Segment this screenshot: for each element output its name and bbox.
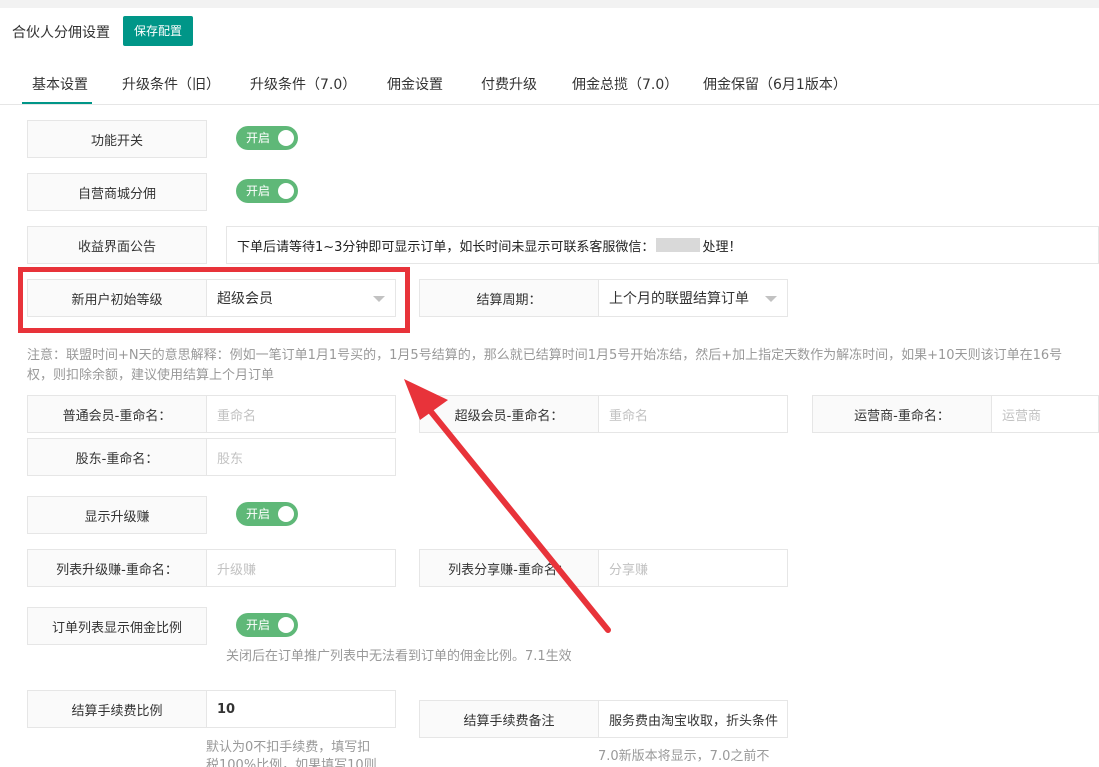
- order-ratio-state: 开启: [246, 618, 271, 632]
- normal-rename-label: 普通会员-重命名：: [27, 395, 207, 433]
- settle-cycle-select[interactable]: 上个月的联盟结算订单: [598, 279, 788, 317]
- tab-commission-retention[interactable]: 佣金保留（6月1版本）: [703, 74, 847, 94]
- order-ratio-toggle[interactable]: 开启: [236, 613, 298, 637]
- operator-rename-input[interactable]: 运营商: [991, 395, 1099, 433]
- toggle-knob-icon: [278, 617, 294, 633]
- save-config-button[interactable]: 保存配置: [123, 16, 194, 46]
- toggle-knob-icon: [278, 130, 294, 146]
- chevron-down-icon: [373, 296, 385, 302]
- shareholder-rename-label: 股东-重命名：: [27, 438, 207, 476]
- new-user-level-label: 新用户初始等级: [27, 279, 207, 317]
- settle-note-line2: 权，则扣除余额，建议使用结算上个月订单: [27, 368, 275, 383]
- tab-bar: 基本设置 升级条件（旧） 升级条件（7.0） 佣金设置 付费升级 佣金总揽（7.…: [0, 60, 1099, 105]
- tab-paid-upgrade[interactable]: 付费升级: [481, 74, 537, 94]
- show-upgrade-state: 开启: [246, 507, 271, 521]
- settle-note-line1: 注意：联盟时间+N天的意思解释：例如一笔订单1月1号买的，1月5号结算的，那么就…: [27, 348, 1063, 363]
- shareholder-rename-input[interactable]: 股东: [206, 438, 396, 476]
- fee-ratio-input[interactable]: 10: [206, 690, 396, 728]
- fee-note-label: 结算手续费备注: [419, 700, 599, 738]
- redacted-contact: [656, 238, 701, 252]
- order-ratio-note: 关闭后在订单推广列表中无法看到订单的佣金比例。7.1生效: [226, 649, 572, 664]
- list-upgrade-input[interactable]: 升级赚: [206, 549, 396, 587]
- self-mall-label: 自营商城分佣: [27, 173, 207, 211]
- feature-switch-toggle[interactable]: 开启: [236, 126, 298, 150]
- top-strip: [0, 0, 1099, 8]
- fee-note-input[interactable]: 服务费由淘宝收取，折头条件: [598, 700, 788, 738]
- active-tab-indicator: [22, 102, 92, 104]
- tab-commission-overview[interactable]: 佣金总揽（7.0）: [572, 74, 678, 94]
- fee-ratio-label: 结算手续费比例: [27, 690, 207, 728]
- operator-rename-label: 运营商-重命名：: [812, 395, 992, 433]
- page-title: 合伙人分佣设置: [12, 25, 110, 41]
- notice-text-pre: 下单后请等待1~3分钟即可显示订单，如长时间未显示可联系客服微信：: [237, 239, 655, 255]
- toggle-knob-icon: [278, 506, 294, 522]
- fee-note-hint: 7.0新版本将显示，7.0之前不: [598, 749, 770, 764]
- new-user-level-value: 超级会员: [217, 291, 273, 307]
- page-header: 合伙人分佣设置 保存配置: [0, 8, 1099, 58]
- self-mall-toggle[interactable]: 开启: [236, 179, 298, 203]
- show-upgrade-toggle[interactable]: 开启: [236, 502, 298, 526]
- super-rename-label: 超级会员-重命名：: [419, 395, 599, 433]
- tab-upgrade-old[interactable]: 升级条件（旧）: [122, 74, 220, 94]
- list-share-input[interactable]: 分享赚: [598, 549, 788, 587]
- fee-ratio-hint2: 税100%比例，如果填写10则: [206, 758, 377, 767]
- tab-upgrade-70[interactable]: 升级条件（7.0）: [250, 74, 356, 94]
- fee-ratio-hint1: 默认为0不扣手续费，填写扣: [206, 740, 371, 755]
- normal-rename-input[interactable]: 重命名: [206, 395, 396, 433]
- tab-basic-settings[interactable]: 基本设置: [32, 74, 88, 94]
- feature-switch-label: 功能开关: [27, 120, 207, 158]
- chevron-down-icon: [765, 296, 777, 302]
- settle-cycle-value: 上个月的联盟结算订单: [609, 291, 749, 307]
- notice-text-post: 处理！: [702, 239, 742, 255]
- list-upgrade-label: 列表升级赚-重命名：: [27, 549, 207, 587]
- super-rename-input[interactable]: 重命名: [598, 395, 788, 433]
- list-share-label: 列表分享赚-重命名：: [419, 549, 599, 587]
- self-mall-state: 开启: [246, 184, 271, 198]
- notice-label: 收益界面公告: [27, 226, 207, 264]
- settle-cycle-label: 结算周期：: [419, 279, 599, 317]
- show-upgrade-label: 显示升级赚: [27, 496, 207, 534]
- new-user-level-select[interactable]: 超级会员: [206, 279, 396, 317]
- toggle-knob-icon: [278, 183, 294, 199]
- feature-switch-state: 开启: [246, 131, 271, 145]
- order-ratio-label: 订单列表显示佣金比例: [27, 607, 207, 645]
- notice-input[interactable]: 下单后请等待1~3分钟即可显示订单，如长时间未显示可联系客服微信： 处理！: [226, 226, 1099, 264]
- tab-commission-settings[interactable]: 佣金设置: [387, 74, 443, 94]
